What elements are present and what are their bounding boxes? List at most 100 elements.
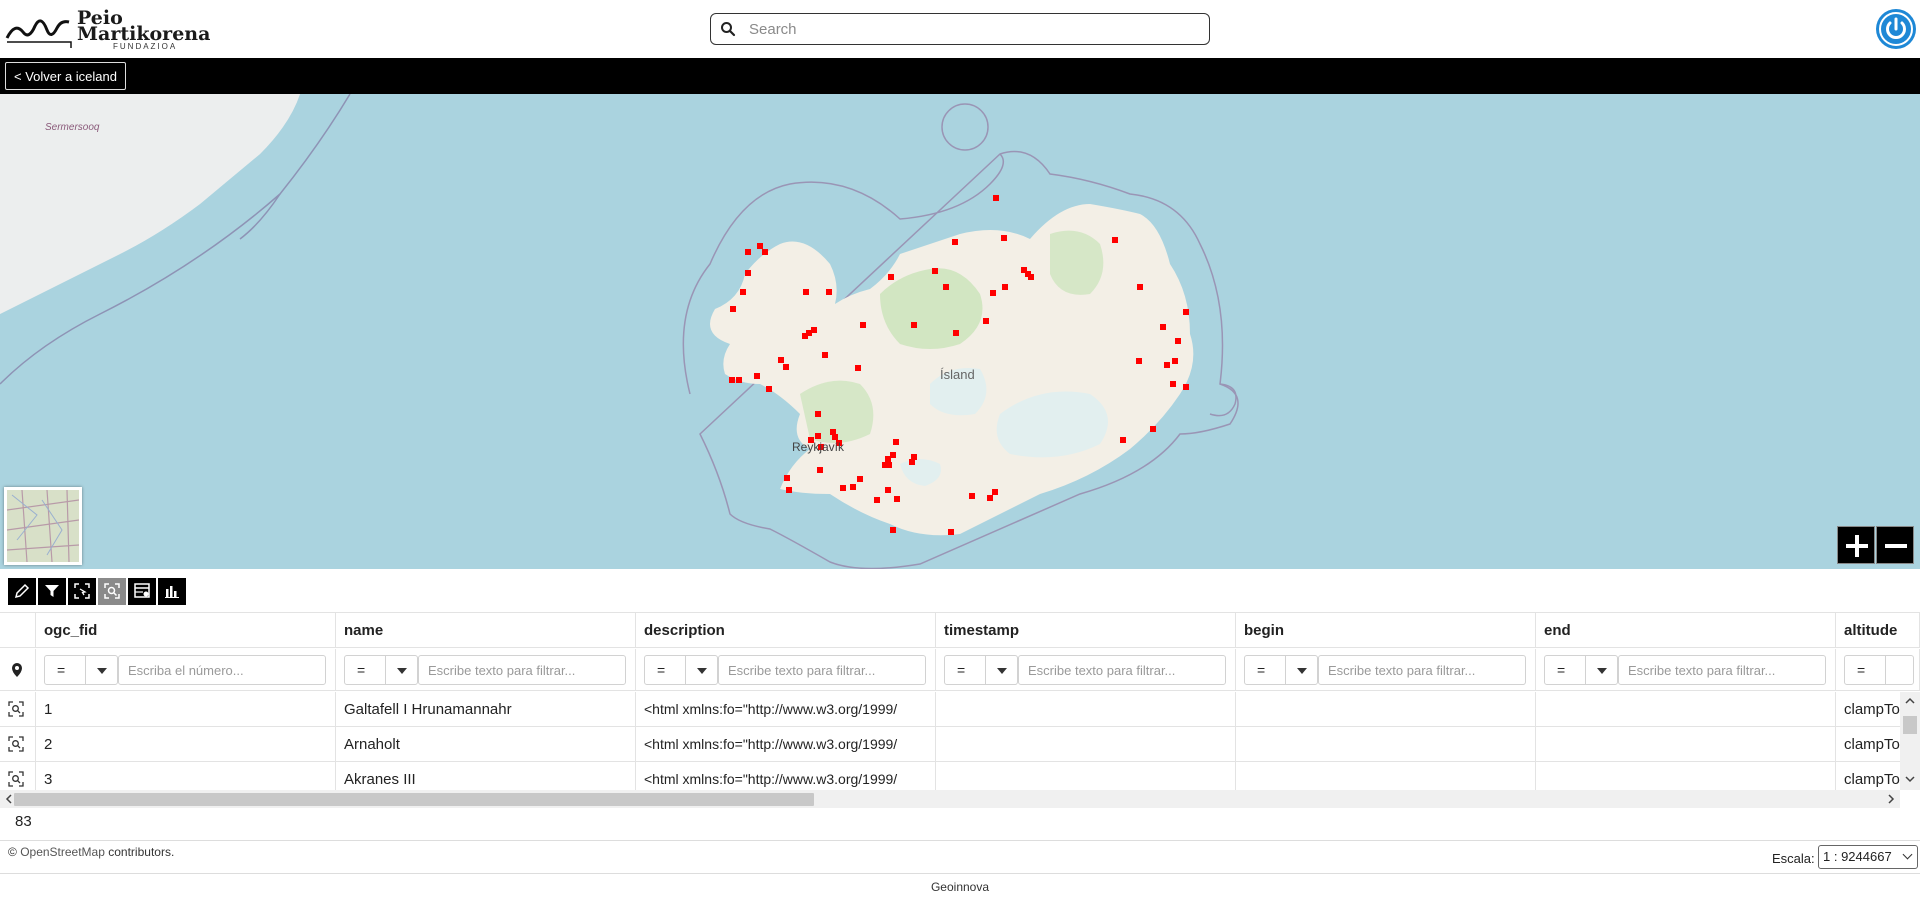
operator-select[interactable]: = xyxy=(44,655,118,685)
edit-tool-button[interactable] xyxy=(8,578,36,605)
operator-select[interactable]: = xyxy=(1844,655,1914,685)
filter-cell-altitude: = xyxy=(1836,649,1920,690)
map-canvas xyxy=(0,94,1239,569)
scale-label: Escala: xyxy=(1772,851,1815,866)
table-settings-button[interactable] xyxy=(128,578,156,605)
select-area-tool-button[interactable] xyxy=(68,578,96,605)
minus-icon xyxy=(1885,544,1907,548)
cell-name: Akranes III xyxy=(336,762,636,790)
search-input[interactable] xyxy=(749,18,1189,40)
column-header[interactable]: timestamp xyxy=(936,613,1236,647)
map-attribution: © OpenStreetMap contributors. xyxy=(8,845,174,859)
header-icon-cell xyxy=(0,613,36,647)
row-zoom-cell[interactable] xyxy=(0,692,36,726)
filter-input[interactable] xyxy=(1318,655,1526,685)
column-header[interactable]: name xyxy=(336,613,636,647)
chevron-down-icon xyxy=(1902,849,1913,860)
logo-mark-icon xyxy=(5,19,72,48)
column-header[interactable]: end xyxy=(1536,613,1836,647)
power-button[interactable] xyxy=(1876,9,1916,49)
table-settings-icon xyxy=(134,583,150,598)
operator-select[interactable]: = xyxy=(344,655,418,685)
zoom-selection-icon xyxy=(104,583,120,599)
cell-name: Galtafell I Hrunamannahr xyxy=(336,692,636,726)
filter-tool-button[interactable] xyxy=(38,578,66,605)
operator-select[interactable]: = xyxy=(1544,655,1618,685)
cell-description: <html xmlns:fo="http://www.w3.org/1999/ xyxy=(636,692,936,726)
minimap-canvas xyxy=(7,490,79,562)
cell-begin xyxy=(1236,762,1536,790)
zoom-in-button[interactable] xyxy=(1837,526,1875,564)
filter-input[interactable] xyxy=(418,655,626,685)
plus-icon-v xyxy=(1855,535,1859,557)
search-icon xyxy=(721,22,736,37)
scale-select[interactable]: 1 : 9244667 xyxy=(1818,845,1918,869)
column-header[interactable]: ogc_fid xyxy=(36,613,336,647)
table-horizontal-scrollbar[interactable] xyxy=(0,790,1900,808)
cell-end xyxy=(1536,762,1836,790)
table-row[interactable]: 1 Galtafell I Hrunamannahr <html xmlns:f… xyxy=(0,692,1920,727)
cell-end xyxy=(1536,692,1836,726)
chevron-down-icon xyxy=(97,668,107,674)
vertical-scroll-thumb[interactable] xyxy=(1903,716,1917,734)
filter-icon xyxy=(45,585,59,597)
operator-select[interactable]: = xyxy=(944,655,1018,685)
cell-end xyxy=(1536,727,1836,761)
table-toolbar xyxy=(8,578,186,605)
attribution-suffix: contributors. xyxy=(108,845,175,859)
search-box[interactable] xyxy=(710,13,1210,45)
power-icon xyxy=(1879,12,1913,46)
osm-link[interactable]: OpenStreetMap xyxy=(20,845,105,859)
cell-timestamp xyxy=(936,692,1236,726)
operator-value: = xyxy=(1557,662,1566,678)
chart-tool-button[interactable] xyxy=(158,578,186,605)
map-label-reykjavik: Reykjavík xyxy=(792,440,845,454)
filter-input[interactable] xyxy=(118,655,326,685)
top-header: Peio Martikorena FUNDAZIOA xyxy=(0,0,1920,58)
operator-select[interactable]: = xyxy=(644,655,718,685)
scroll-right-icon xyxy=(1888,794,1895,804)
back-button[interactable]: < Volver a iceland xyxy=(5,62,126,90)
filter-input[interactable] xyxy=(1018,655,1226,685)
chevron-down-icon xyxy=(997,668,1007,674)
zoom-to-feature-icon xyxy=(8,701,24,717)
operator-value: = xyxy=(657,662,666,678)
table-row[interactable]: 3 Akranes III <html xmlns:fo="http://www… xyxy=(0,762,1920,790)
attribute-table: ogc_fid name description timestamp begin… xyxy=(0,612,1920,790)
attribution-prefix: © xyxy=(8,845,17,859)
zoom-out-button[interactable] xyxy=(1876,526,1914,564)
cell-timestamp xyxy=(936,762,1236,790)
pencil-icon xyxy=(14,583,30,599)
operator-value: = xyxy=(957,662,966,678)
filter-cell-end: = xyxy=(1536,649,1836,690)
column-header[interactable]: altitude xyxy=(1836,613,1920,647)
filter-cell-name: = xyxy=(336,649,636,690)
logo-text-line2: Martikorena xyxy=(77,23,211,45)
zoom-to-selection-button[interactable] xyxy=(98,578,126,605)
scroll-down-icon xyxy=(1905,776,1915,783)
row-zoom-cell[interactable] xyxy=(0,727,36,761)
horizontal-scroll-thumb[interactable] xyxy=(14,793,814,806)
logo[interactable]: Peio Martikorena FUNDAZIOA xyxy=(5,8,210,52)
overview-minimap[interactable] xyxy=(4,487,82,565)
chevron-down-icon xyxy=(397,668,407,674)
map-label-sermersooq: Sermersooq xyxy=(45,122,100,133)
row-zoom-cell[interactable] xyxy=(0,762,36,790)
map-view[interactable]: Sermersooq Ísland Reykjavík xyxy=(0,94,1920,569)
scroll-up-icon xyxy=(1905,697,1915,704)
divider xyxy=(0,873,1920,874)
table-row[interactable]: 2 Arnaholt <html xmlns:fo="http://www.w3… xyxy=(0,727,1920,762)
nav-bar: < Volver a iceland xyxy=(0,58,1920,94)
column-header[interactable]: description xyxy=(636,613,936,647)
filter-input[interactable] xyxy=(1618,655,1826,685)
column-header[interactable]: begin xyxy=(1236,613,1536,647)
logo-subtitle: FUNDAZIOA xyxy=(113,42,178,51)
operator-value: = xyxy=(1257,662,1266,678)
filter-cell-ogc-fid: = xyxy=(36,649,336,690)
cell-timestamp xyxy=(936,727,1236,761)
operator-select[interactable]: = xyxy=(1244,655,1318,685)
filter-input[interactable] xyxy=(718,655,926,685)
scale-value: 1 : 9244667 xyxy=(1823,849,1892,864)
cell-name: Arnaholt xyxy=(336,727,636,761)
table-vertical-scrollbar[interactable] xyxy=(1900,692,1920,790)
